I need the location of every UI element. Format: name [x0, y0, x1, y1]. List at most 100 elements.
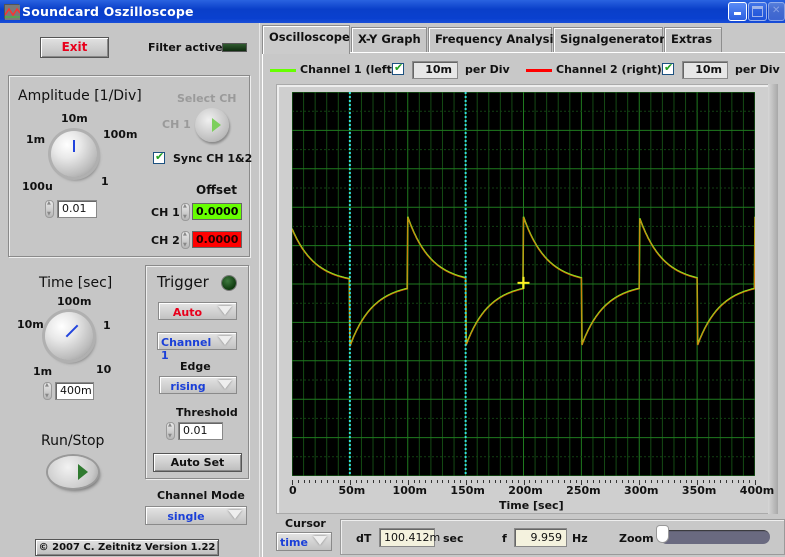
channel-mode-dropdown[interactable]: single [145, 506, 247, 525]
threshold-label: Threshold [176, 406, 238, 419]
x-tick-mark [436, 480, 438, 483]
cursor-mode-dropdown[interactable]: time [276, 532, 332, 551]
offset-ch1-spinner[interactable] [181, 203, 190, 221]
offset-ch2-input[interactable]: 0.0000 [192, 231, 242, 248]
zoom-slider-thumb[interactable] [657, 526, 668, 542]
amplitude-input[interactable]: 0.01 [57, 200, 97, 218]
trigger-led [222, 276, 236, 290]
x-tick-mark [598, 480, 600, 483]
x-tick-label: 200m [508, 484, 543, 497]
channel-1-checkbox[interactable] [392, 61, 404, 75]
x-tick-label: 350m [681, 484, 717, 497]
trigger-source-dropdown[interactable]: Channel 1 [157, 332, 237, 362]
x-tick-mark [425, 480, 427, 483]
amp-label-1: 1 [101, 175, 109, 188]
x-tick-mark [702, 480, 704, 483]
f-readout: 9.959 [514, 528, 567, 547]
x-tick-mark [454, 480, 456, 483]
channel-2-checkbox[interactable] [662, 61, 674, 75]
channel-1-label: Channel 1 (left) [300, 63, 397, 76]
x-tick-mark [396, 480, 398, 483]
dt-readout: 100.412m [379, 528, 440, 547]
time-spinner[interactable] [43, 382, 52, 400]
trigger-title: Trigger [157, 273, 209, 291]
auto-set-button[interactable]: Auto Set [153, 453, 242, 472]
tab-extras[interactable]: Extras [664, 27, 722, 52]
graph-scrollbar[interactable] [768, 84, 778, 514]
x-tick-mark [529, 480, 531, 483]
x-tick-label: 400m [739, 484, 775, 497]
x-tick-mark [430, 480, 432, 483]
maximize-button[interactable] [748, 2, 767, 21]
run-stop-button[interactable] [48, 456, 98, 488]
x-tick-mark [552, 480, 554, 483]
x-tick-mark [743, 480, 745, 483]
copyright-label: © 2007 C. Zeitnitz Version 1.22 [35, 539, 219, 556]
trigger-mode-dropdown[interactable]: Auto [158, 302, 237, 320]
minimize-icon [734, 12, 741, 15]
x-tick-mark [506, 480, 508, 483]
threshold-input[interactable]: 0.01 [178, 422, 223, 440]
x-tick-mark [731, 480, 733, 483]
trigger-source-value: Channel 1 [161, 336, 212, 362]
x-tick-mark [401, 480, 403, 483]
x-tick-mark [413, 480, 415, 483]
offset-ch1-label: CH 1 [151, 206, 180, 219]
x-tick-mark [685, 480, 687, 483]
time-input[interactable]: 400m [55, 382, 94, 400]
offset-ch1-input[interactable]: 0.0000 [192, 203, 242, 220]
x-tick-mark [482, 480, 484, 483]
select-ch-button[interactable] [195, 108, 229, 142]
x-tick-mark [390, 480, 392, 483]
edge-dropdown[interactable]: rising [159, 376, 237, 394]
x-tick-mark [367, 480, 369, 483]
sync-checkbox[interactable] [153, 150, 165, 164]
x-tick-mark [344, 480, 346, 483]
x-tick-mark [749, 480, 751, 483]
channel-1-per-div-label: per Div [465, 63, 510, 76]
amplitude-knob-pointer [73, 140, 75, 152]
tab-xy-graph[interactable]: X-Y Graph [351, 27, 427, 52]
cursor-label: Cursor [285, 517, 326, 530]
x-tick-label: 50m [338, 484, 366, 497]
dt-unit: sec [443, 532, 464, 545]
close-icon: ✕ [772, 5, 781, 16]
channel-2-per-div-input[interactable]: 10m [682, 61, 728, 79]
oscilloscope-plot[interactable] [292, 92, 755, 476]
offset-ch2-spinner[interactable] [181, 231, 190, 249]
x-tick-mark [535, 480, 537, 483]
x-tick-mark [720, 480, 722, 483]
trigger-mode-value: Auto [172, 306, 203, 319]
x-tick-mark [604, 480, 606, 483]
channel-2-label: Channel 2 (right) [556, 63, 662, 76]
time-label-1: 1 [103, 319, 111, 332]
time-label-10m: 10m [17, 318, 44, 331]
app-icon [4, 4, 21, 20]
amplitude-knob[interactable] [51, 131, 97, 177]
minimize-button[interactable] [728, 2, 747, 21]
x-tick-mark [621, 480, 623, 483]
run-stop-label: Run/Stop [41, 433, 105, 449]
close-button[interactable]: ✕ [768, 2, 785, 21]
amplitude-spinner[interactable] [45, 200, 54, 218]
x-tick-mark [303, 480, 305, 483]
x-tick-mark [726, 480, 728, 483]
x-tick-label: 100m [392, 484, 427, 497]
amplitude-title: Amplitude [1/Div] [18, 88, 142, 104]
channel-2-per-div-label: per Div [735, 63, 780, 76]
channel-1-per-div-input[interactable]: 10m [412, 61, 458, 79]
x-tick-mark [297, 480, 299, 483]
zoom-slider-track[interactable] [660, 530, 770, 544]
time-label-1m: 1m [33, 365, 53, 378]
chevron-down-icon [218, 306, 232, 315]
tab-signalgenerator[interactable]: Signalgenerator [553, 27, 665, 52]
tab-frequency-analysis[interactable]: Frequency Analysis [428, 27, 560, 52]
maximize-icon [752, 6, 763, 17]
time-knob[interactable] [45, 312, 93, 360]
tab-oscilloscope[interactable]: Oscilloscope [262, 25, 350, 54]
channel-2-color-line [526, 69, 552, 72]
chevron-down-icon [313, 536, 327, 545]
exit-button[interactable]: Exit [40, 37, 109, 58]
threshold-spinner[interactable] [166, 422, 175, 440]
x-tick-mark [587, 480, 589, 483]
